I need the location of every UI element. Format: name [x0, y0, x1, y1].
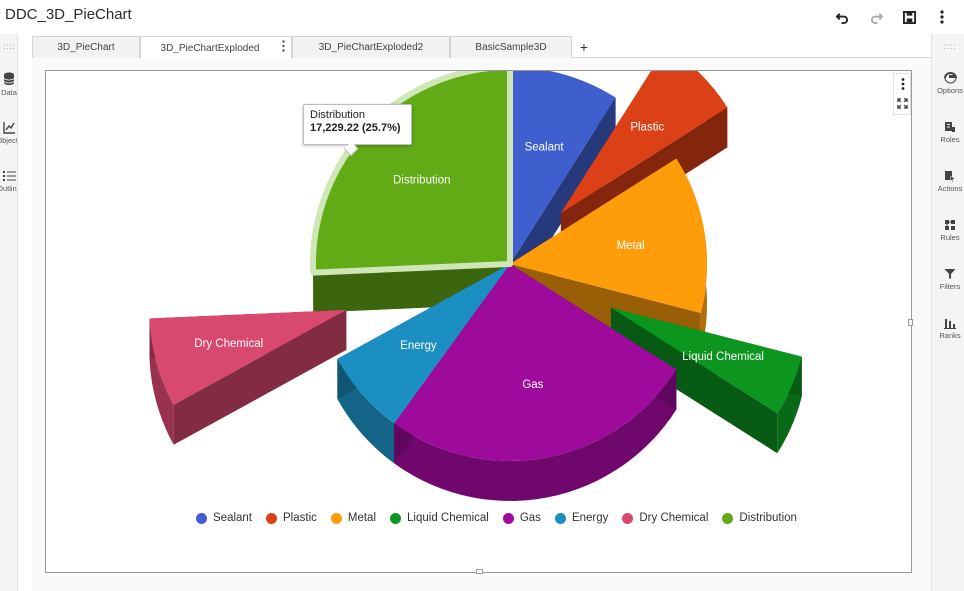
- rail-item-objects[interactable]: Objects: [0, 121, 18, 145]
- database-icon: [3, 72, 15, 85]
- tab-label: BasicSample3D: [475, 42, 547, 53]
- tab-label: 3D_PieChart: [57, 42, 115, 53]
- legend-swatch: [390, 512, 402, 524]
- pie-slice-label: Sealant: [525, 142, 565, 154]
- more-vertical-icon: [940, 10, 944, 24]
- legend-item-sealant[interactable]: Sealant: [196, 512, 252, 524]
- add-tab-button[interactable]: +: [575, 37, 593, 57]
- actions-icon: [945, 171, 956, 182]
- tooltip-title: Distribution: [310, 109, 366, 121]
- tab-bar: 3D_PieChart 3D_PieChartExploded 3D_PieCh…: [32, 36, 931, 59]
- redo-button[interactable]: [865, 6, 887, 28]
- rules-icon: [945, 220, 955, 230]
- rail-item-label: Objects: [0, 136, 18, 145]
- pie-slice-label: Distribution: [393, 175, 451, 187]
- rail-item-actions[interactable]: Actions: [934, 170, 964, 193]
- left-panel-rail: :::: Data Objects Outline: [0, 34, 18, 591]
- rail-item-ranks[interactable]: Ranks: [934, 317, 964, 340]
- rail-item-rules[interactable]: Rules: [934, 219, 964, 242]
- legend-label: Dry Chemical: [639, 512, 709, 524]
- options-icon: [943, 72, 957, 84]
- legend-label: Sealant: [213, 512, 253, 524]
- legend-swatch: [722, 512, 734, 524]
- tab-basicsample3d[interactable]: BasicSample3D: [450, 36, 572, 58]
- report-title: DDC_3D_PieChart: [5, 6, 132, 23]
- rail-item-roles[interactable]: Roles: [934, 121, 964, 144]
- legend-item-energy[interactable]: Energy: [554, 512, 609, 524]
- legend-label: Plastic: [283, 512, 317, 524]
- rail-item-options[interactable]: Options: [934, 72, 964, 95]
- chart-tooltip: Distribution 17,229.22 (25.7%): [303, 104, 412, 157]
- pie-slice-label: Liquid Chemical: [682, 351, 764, 363]
- legend-swatch: [502, 512, 514, 524]
- legend-label: Liquid Chemical: [407, 512, 489, 524]
- ranks-icon: [944, 319, 956, 329]
- undo-button[interactable]: [831, 6, 853, 28]
- pie-slice-label: Dry Chemical: [194, 338, 263, 350]
- rail-item-label: Rules: [940, 233, 960, 242]
- rail-grip[interactable]: ::::: [3, 42, 16, 51]
- rail-grip[interactable]: ::::: [944, 42, 957, 51]
- roles-icon: [945, 122, 955, 132]
- legend-label: Distribution: [739, 512, 797, 524]
- legend-item-gas[interactable]: Gas: [502, 512, 541, 524]
- rail-item-label: Ranks: [939, 331, 961, 340]
- redo-icon: [870, 12, 883, 24]
- title-bar: DDC_3D_PieChart: [0, 0, 964, 34]
- right-panel-rail: :::: Options Roles Actions Rules Filters…: [931, 34, 964, 591]
- undo-icon: [835, 12, 848, 24]
- chart-legend: Sealant Plastic Metal Liquid Chemical Gas Ene…: [196, 510, 811, 526]
- tab-label: 3D_PieChartExploded: [160, 42, 260, 54]
- legend-item-metal[interactable]: Metal: [330, 512, 377, 524]
- more-options-button[interactable]: [931, 6, 953, 28]
- save-icon: [902, 10, 916, 24]
- pie-slices-group: Sealant Plastic Metal Liquid Chemical Gas Ene…: [149, 71, 802, 501]
- legend-label: Energy: [571, 512, 609, 524]
- filter-icon: [944, 269, 956, 279]
- tab-3d-piechart[interactable]: 3D_PieChart: [32, 36, 140, 58]
- legend-item-plastic[interactable]: Plastic: [266, 512, 317, 524]
- rail-item-label: Roles: [940, 135, 960, 144]
- tab-label: 3D_PieChartExploded2: [318, 42, 424, 53]
- tooltip-value: 17,229.22 (25.7%): [310, 122, 401, 134]
- rail-item-label: Options: [937, 86, 963, 95]
- rail-item-data[interactable]: Data: [0, 72, 17, 97]
- legend-item-liquid-chemical[interactable]: Liquid Chemical: [390, 512, 489, 524]
- pie-slice-label: Metal: [617, 240, 645, 252]
- list-icon: [2, 171, 16, 181]
- legend-label: Metal: [347, 512, 377, 524]
- legend-item-distribution[interactable]: Distribution: [722, 512, 797, 524]
- legend-swatch: [266, 512, 278, 524]
- pie-slice-label: Energy: [400, 340, 437, 352]
- pie-chart: Sealant Plastic Metal Liquid Chemical Gas Ene…: [149, 71, 802, 501]
- rail-item-label: Outline: [0, 184, 17, 193]
- pie-slice-label: Plastic: [630, 122, 664, 134]
- rail-item-filters[interactable]: Filters: [934, 268, 964, 291]
- legend-label: Gas: [519, 512, 541, 524]
- legend-swatch: [330, 512, 342, 524]
- resize-handle-bottom[interactable]: [476, 569, 483, 574]
- save-button[interactable]: [898, 6, 920, 28]
- pie-slice-label: Gas: [522, 379, 543, 391]
- legend-swatch: [196, 512, 207, 524]
- legend-swatch: [622, 512, 634, 524]
- tab-3d-piechart-exploded[interactable]: 3D_PieChartExploded: [140, 36, 292, 59]
- rail-item-label: Actions: [937, 184, 963, 193]
- line-chart-icon: [2, 122, 15, 134]
- rail-item-outline[interactable]: Outline: [0, 170, 17, 193]
- tab-more-icon[interactable]: [282, 40, 285, 52]
- legend-swatch: [554, 512, 566, 524]
- tab-3d-piechart-exploded2[interactable]: 3D_PieChartExploded2: [292, 36, 450, 58]
- legend-item-dry-chemical[interactable]: Dry Chemical: [622, 512, 708, 524]
- pie-slice-distribution[interactable]: [310, 71, 513, 276]
- rail-item-label: Data: [1, 88, 17, 97]
- rail-item-label: Filters: [939, 282, 961, 291]
- app-window: DDC_3D_PieChart :::: Data Objects Outlin…: [0, 0, 964, 591]
